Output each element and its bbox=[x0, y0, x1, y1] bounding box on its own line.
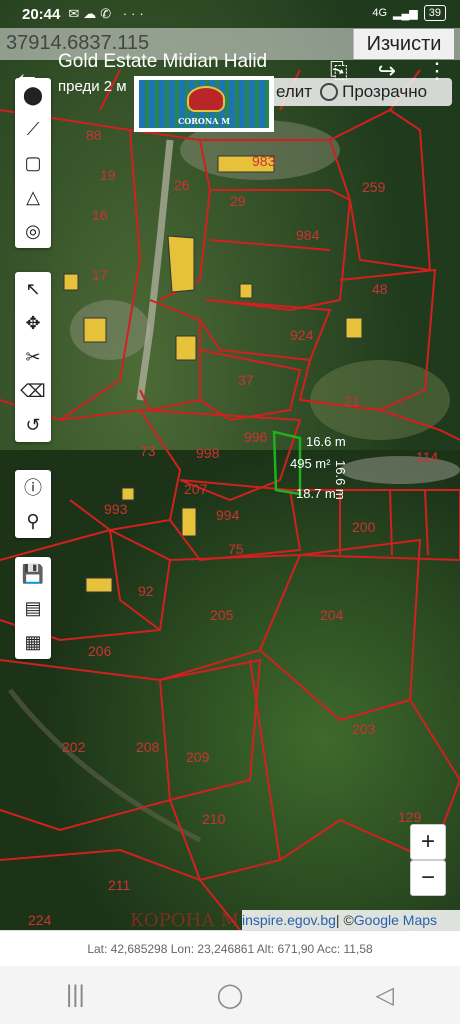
logo: CORONA M bbox=[134, 76, 274, 132]
draw-rectangle-icon[interactable]: ▢ bbox=[15, 146, 51, 180]
cut-scissors-icon[interactable]: ✂ bbox=[15, 340, 51, 374]
page-title: Gold Estate Midian Halid bbox=[58, 51, 268, 72]
parcel-label: 88 bbox=[86, 127, 102, 143]
undo-icon[interactable]: ↺ bbox=[15, 408, 51, 442]
appbar-actions: ⎘ ↪ ⋮ bbox=[330, 58, 448, 84]
location-pin-icon[interactable]: ⚲ bbox=[15, 504, 51, 538]
parcel-label: 200 bbox=[352, 519, 376, 535]
parcel-label: 21 bbox=[344, 393, 360, 409]
parcel-side-bottom: 18.7 m bbox=[296, 486, 336, 501]
parcel-label: 996 bbox=[244, 429, 268, 445]
parcel-label: 993 bbox=[104, 501, 128, 517]
save-icon[interactable]: 💾 bbox=[15, 557, 51, 591]
status-bar: 20:44 ✉☁✆ ··· 4G ▂▄▆ 39 bbox=[0, 0, 460, 28]
status-time: 20:44 bbox=[22, 5, 61, 23]
eraser-icon[interactable]: ⌫ bbox=[15, 374, 51, 408]
parcel-label: 924 bbox=[290, 327, 314, 343]
parcel-label: 114 bbox=[416, 449, 439, 465]
info-icon[interactable]: ⓘ bbox=[15, 470, 51, 504]
parcel-label: 984 bbox=[296, 227, 320, 243]
parcel-label: 208 bbox=[136, 739, 160, 755]
parcel-label: 29 bbox=[230, 193, 246, 209]
parcel-label: 37 bbox=[238, 372, 254, 388]
parcel-label: 48 bbox=[372, 281, 388, 297]
logo-text: CORONA M bbox=[177, 116, 231, 126]
more-vert-icon[interactable]: ⋮ bbox=[426, 58, 448, 84]
parcel-label: 75 bbox=[228, 541, 244, 557]
file-toolbar: 💾 ▤ ▦ bbox=[15, 557, 51, 659]
watermark: КОРОНА М bbox=[130, 910, 240, 931]
notification-icons: ✉☁✆ ··· bbox=[68, 6, 148, 21]
parcel-label: 129 bbox=[398, 809, 422, 825]
gps-readout: Lat: 42,685298 Lon: 23,246861 Alt: 671,9… bbox=[0, 930, 460, 967]
parcel-label: 19 bbox=[100, 167, 116, 183]
parcel-label: 204 bbox=[320, 607, 344, 623]
battery-icon: 39 bbox=[423, 5, 446, 21]
parcel-label: 259 bbox=[362, 179, 386, 195]
network-icon: 4G bbox=[372, 7, 388, 19]
info-toolbar: ⓘ ⚲ bbox=[15, 470, 51, 538]
zoom-out-button[interactable]: − bbox=[410, 860, 446, 896]
parcel-label: 203 bbox=[352, 721, 376, 737]
parcel-label: 206 bbox=[88, 643, 112, 659]
select-pointer-icon[interactable]: ↖ bbox=[15, 272, 51, 306]
crown-icon bbox=[187, 86, 225, 112]
parcel-label: 207 bbox=[184, 481, 208, 497]
share-icon[interactable]: ↪ bbox=[378, 58, 396, 84]
parcel-side-top: 16.6 m bbox=[306, 434, 346, 449]
recent-apps-icon[interactable]: ||| bbox=[66, 981, 85, 1009]
parcel-label: 17 bbox=[92, 267, 108, 283]
parcel-label: 210 bbox=[202, 811, 226, 827]
map-attribution: inspire.egov.bg | © Google Maps bbox=[242, 910, 460, 930]
parcel-area: 495 m² bbox=[290, 456, 331, 471]
page-subtitle: преди 2 м bbox=[58, 78, 127, 95]
parcel-label: 211 bbox=[108, 877, 131, 893]
parcel-label: 26 bbox=[174, 177, 190, 193]
inspire-link[interactable]: inspire.egov.bg bbox=[242, 912, 336, 928]
export-json-icon[interactable]: ▦ bbox=[15, 625, 51, 659]
move-icon[interactable]: ✥ bbox=[15, 306, 51, 340]
parcel-label: 202 bbox=[62, 739, 86, 755]
edit-toolbar: ↖ ✥ ✂ ⌫ ↺ bbox=[15, 272, 51, 442]
export-shp-icon[interactable]: ▤ bbox=[15, 591, 51, 625]
parcel-label: 983 bbox=[252, 153, 276, 169]
home-icon[interactable]: ◯ bbox=[217, 981, 244, 1010]
back-arrow-icon[interactable]: ← bbox=[14, 58, 40, 89]
satellite-map[interactable]: 983 259 984 48 924 37 21 996 114 73 998 … bbox=[0, 0, 460, 930]
parcel-label: 73 bbox=[140, 443, 156, 459]
google-maps-link[interactable]: Google Maps bbox=[354, 912, 437, 928]
system-nav-bar: ||| ◯ ◁ bbox=[0, 966, 460, 1024]
attribution-separator: | © bbox=[335, 912, 354, 928]
parcel-label: 16 bbox=[92, 207, 108, 223]
draw-polygon-icon[interactable]: △ bbox=[15, 180, 51, 214]
signal-icon: ▂▄▆ bbox=[393, 7, 418, 20]
parcel-label: 205 bbox=[210, 607, 234, 623]
status-right: 4G ▂▄▆ 39 bbox=[372, 5, 446, 21]
draw-circle-icon[interactable]: ◎ bbox=[15, 214, 51, 248]
parcel-label: 209 bbox=[186, 749, 210, 765]
parcel-label: 994 bbox=[216, 507, 240, 523]
back-nav-icon[interactable]: ◁ bbox=[376, 981, 394, 1010]
parcel-side-right: 16.6 m bbox=[333, 460, 348, 500]
parcel-label: 998 bbox=[196, 445, 220, 461]
zoom-in-button[interactable]: + bbox=[410, 824, 446, 860]
draw-line-icon[interactable]: ⟋ bbox=[15, 112, 51, 146]
parcel-label: 224 bbox=[28, 912, 52, 928]
parcel-label: 92 bbox=[138, 583, 154, 599]
bookmark-icon[interactable]: ⎘ bbox=[330, 58, 348, 84]
